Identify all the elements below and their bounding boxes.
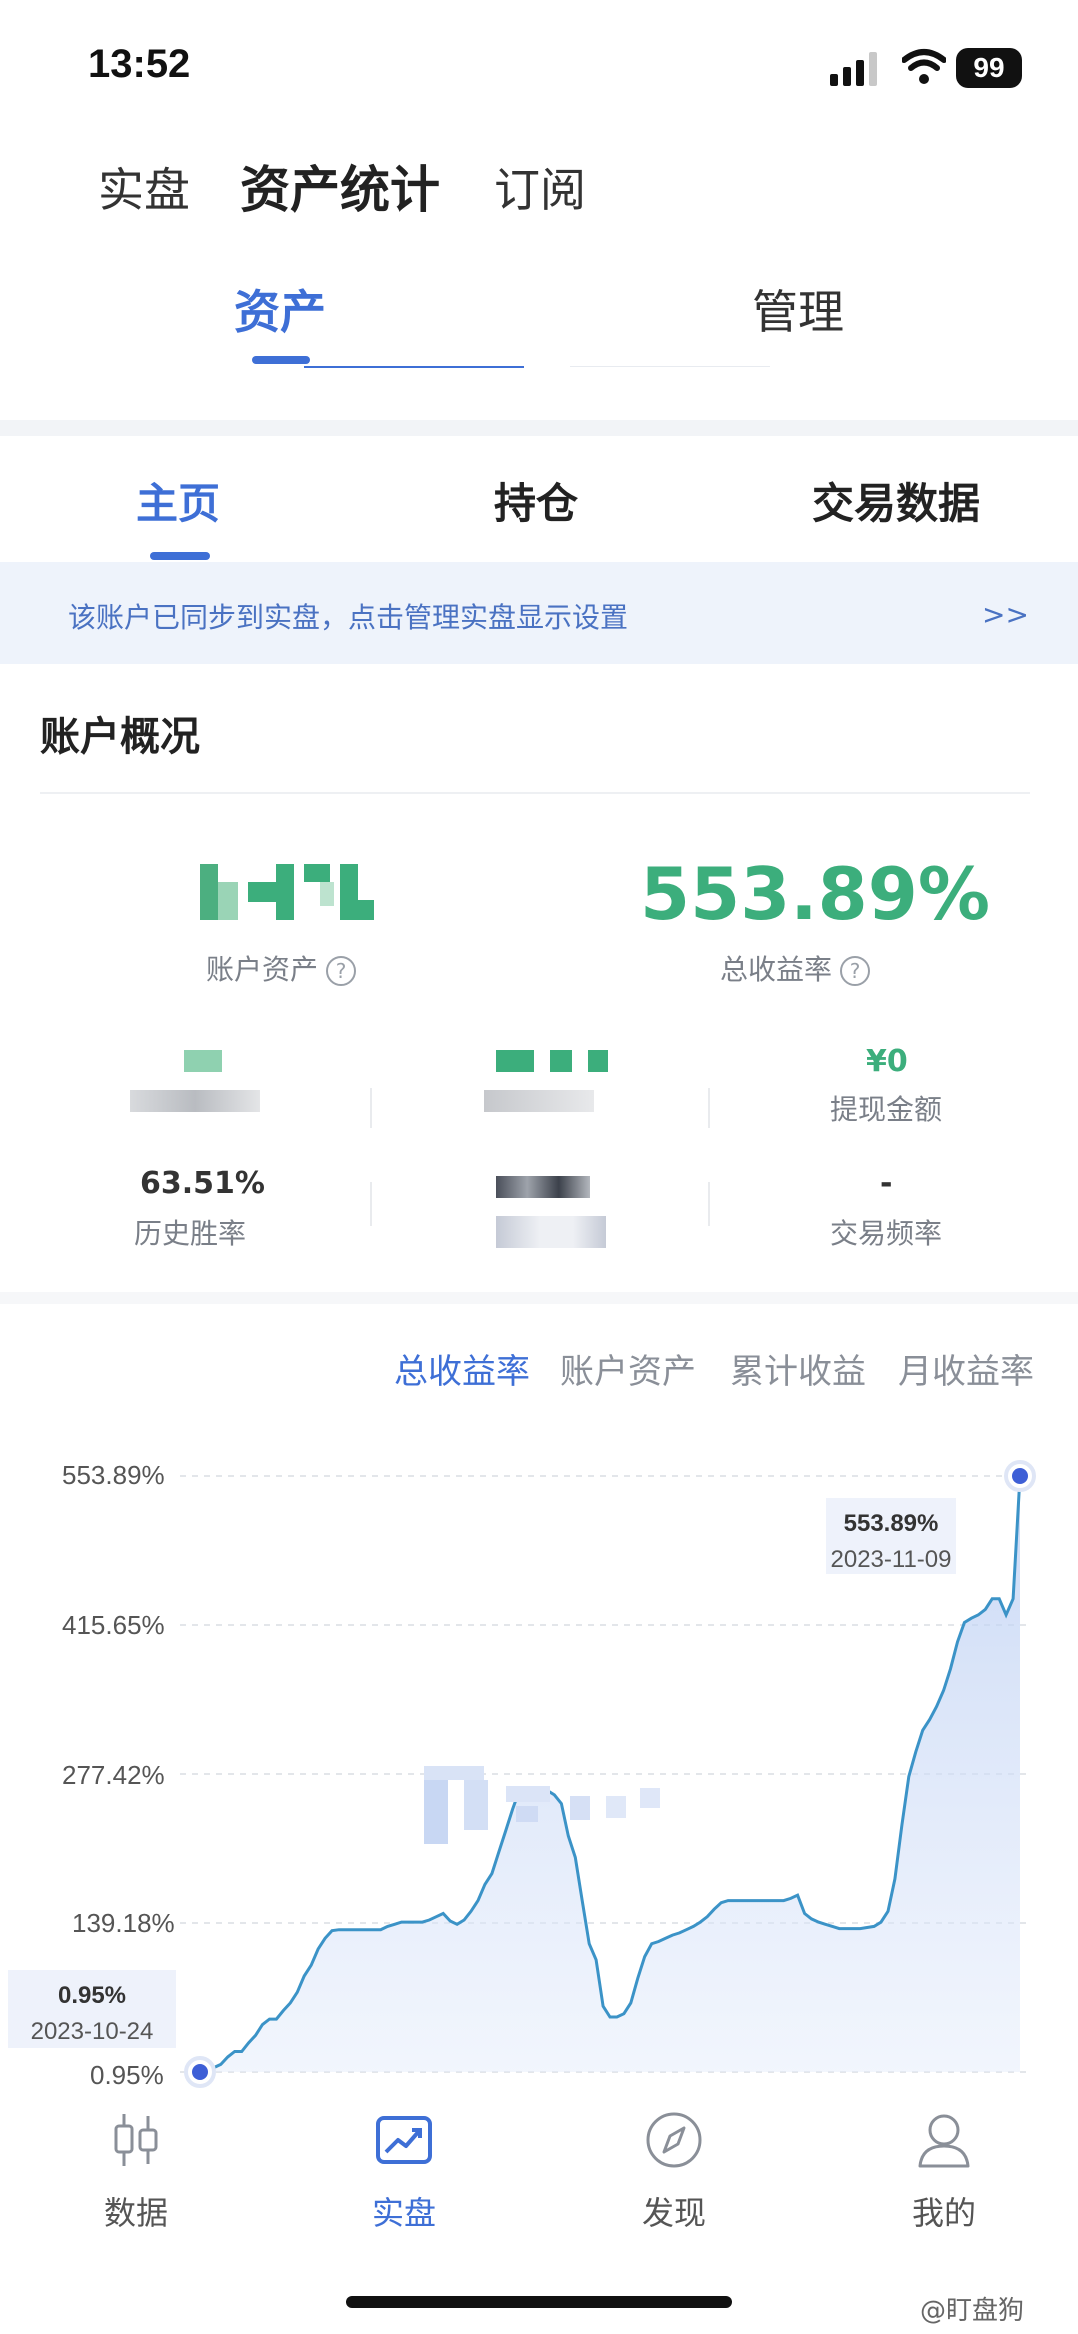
tab-trade-data[interactable]: 交易数据: [812, 470, 980, 531]
watermark: @盯盘狗: [920, 2296, 1025, 2326]
chart-end-point-dot: [1012, 1468, 1028, 1484]
chart-tab-total-return[interactable]: 总收益率: [394, 1344, 530, 1393]
segment-indicator: [252, 356, 310, 364]
tab-home[interactable]: 主页: [136, 470, 220, 531]
tab-positions[interactable]: 持仓: [494, 470, 578, 531]
compass-icon: [646, 2112, 702, 2168]
tab-manage[interactable]: 管理: [752, 276, 844, 342]
chevron-right-icon[interactable]: >>: [982, 598, 1029, 631]
segment-underline: [304, 366, 524, 368]
monthly-return-value-masked: [550, 1050, 572, 1072]
cumulative-profit-label-masked: [130, 1090, 260, 1112]
chart-start-point-dot: [192, 2064, 208, 2080]
nav-discover[interactable]: 发现: [594, 2110, 754, 2234]
sync-notice-text: 该账户已同步到实盘，点击管理实盘显示设置: [68, 601, 629, 634]
win-rate-value: 63.51%: [140, 1166, 265, 1201]
help-icon[interactable]: ?: [840, 956, 871, 986]
nav-me[interactable]: 我的: [864, 2110, 1024, 2234]
nav-label: 数据: [103, 2194, 168, 2232]
section-separator: [0, 1292, 1078, 1304]
divider: [370, 1088, 372, 1128]
tooltip-value: 0.95%: [57, 1982, 127, 2009]
tooltip-value: 553.89%: [843, 1510, 939, 1537]
total-return-label: 总收益率?: [720, 948, 871, 988]
chart-tab-cumulative-profit[interactable]: 累计收益: [730, 1344, 866, 1393]
nav-label: 实盘: [371, 2194, 436, 2232]
section-separator: [0, 420, 1078, 436]
nav-data[interactable]: 数据: [56, 2110, 216, 2234]
divider: [370, 1182, 372, 1226]
status-time: 13:52: [88, 42, 191, 86]
nav-live[interactable]: 实盘: [324, 2110, 484, 2234]
nav-label: 我的: [911, 2194, 976, 2232]
nav-label: 发现: [641, 2194, 706, 2232]
monthly-return-value-masked: [588, 1050, 608, 1072]
monthly-return-label-masked: [484, 1090, 594, 1112]
candlestick-icon: [114, 2114, 158, 2166]
battery-indicator: 99: [956, 48, 1022, 88]
account-asset-label: 账户资产?: [206, 948, 357, 988]
chart-tooltip-end: 553.89% 2023-11-09: [826, 1498, 956, 1574]
withdraw-amount-label: 提现金额: [830, 1093, 943, 1126]
trade-frequency-label: 交易频率: [830, 1217, 943, 1250]
trend-chart-icon: [376, 2116, 432, 2164]
chart-tooltip-start: 0.95% 2023-10-24: [8, 1970, 176, 2048]
monthly-return-value-masked: [496, 1050, 534, 1072]
profit-factor-value-masked: [496, 1176, 590, 1198]
tooltip-date: 2023-11-09: [830, 1546, 952, 1573]
tooltip-date: 2023-10-24: [30, 2018, 154, 2045]
total-return-value: 553.89%: [640, 852, 990, 936]
account-asset-value-masked: [200, 864, 374, 920]
divider: [708, 1088, 710, 1128]
user-icon: [918, 2114, 970, 2168]
chart-watermark-masked: [424, 1766, 664, 1850]
home-indicator[interactable]: [346, 2296, 732, 2308]
tab-asset-stats[interactable]: 资产统计: [240, 150, 440, 222]
win-rate-label: 历史胜率: [134, 1217, 247, 1250]
cumulative-profit-value-masked: [184, 1050, 222, 1072]
sub-tab-indicator: [150, 552, 210, 560]
chart-tab-monthly-return[interactable]: 月收益率: [898, 1344, 1034, 1393]
help-icon[interactable]: ?: [326, 956, 357, 986]
tab-live[interactable]: 实盘: [98, 154, 190, 220]
trade-frequency-value: -: [880, 1166, 893, 1201]
tab-assets[interactable]: 资产: [234, 276, 326, 342]
divider: [708, 1182, 710, 1226]
segment-divider: [570, 366, 770, 367]
tab-subscribe[interactable]: 订阅: [494, 154, 586, 220]
section-title: 账户概况: [40, 714, 200, 760]
wifi-icon: [902, 49, 946, 84]
divider: [40, 792, 1030, 794]
signal-icon: [830, 52, 877, 86]
total-return-label-text: 总收益率: [720, 953, 833, 986]
withdraw-amount-value: ¥0: [866, 1044, 908, 1079]
profit-factor-label-masked: [496, 1216, 606, 1248]
chart-tab-account-asset[interactable]: 账户资产: [560, 1344, 696, 1393]
account-asset-label-text: 账户资产: [206, 953, 319, 986]
